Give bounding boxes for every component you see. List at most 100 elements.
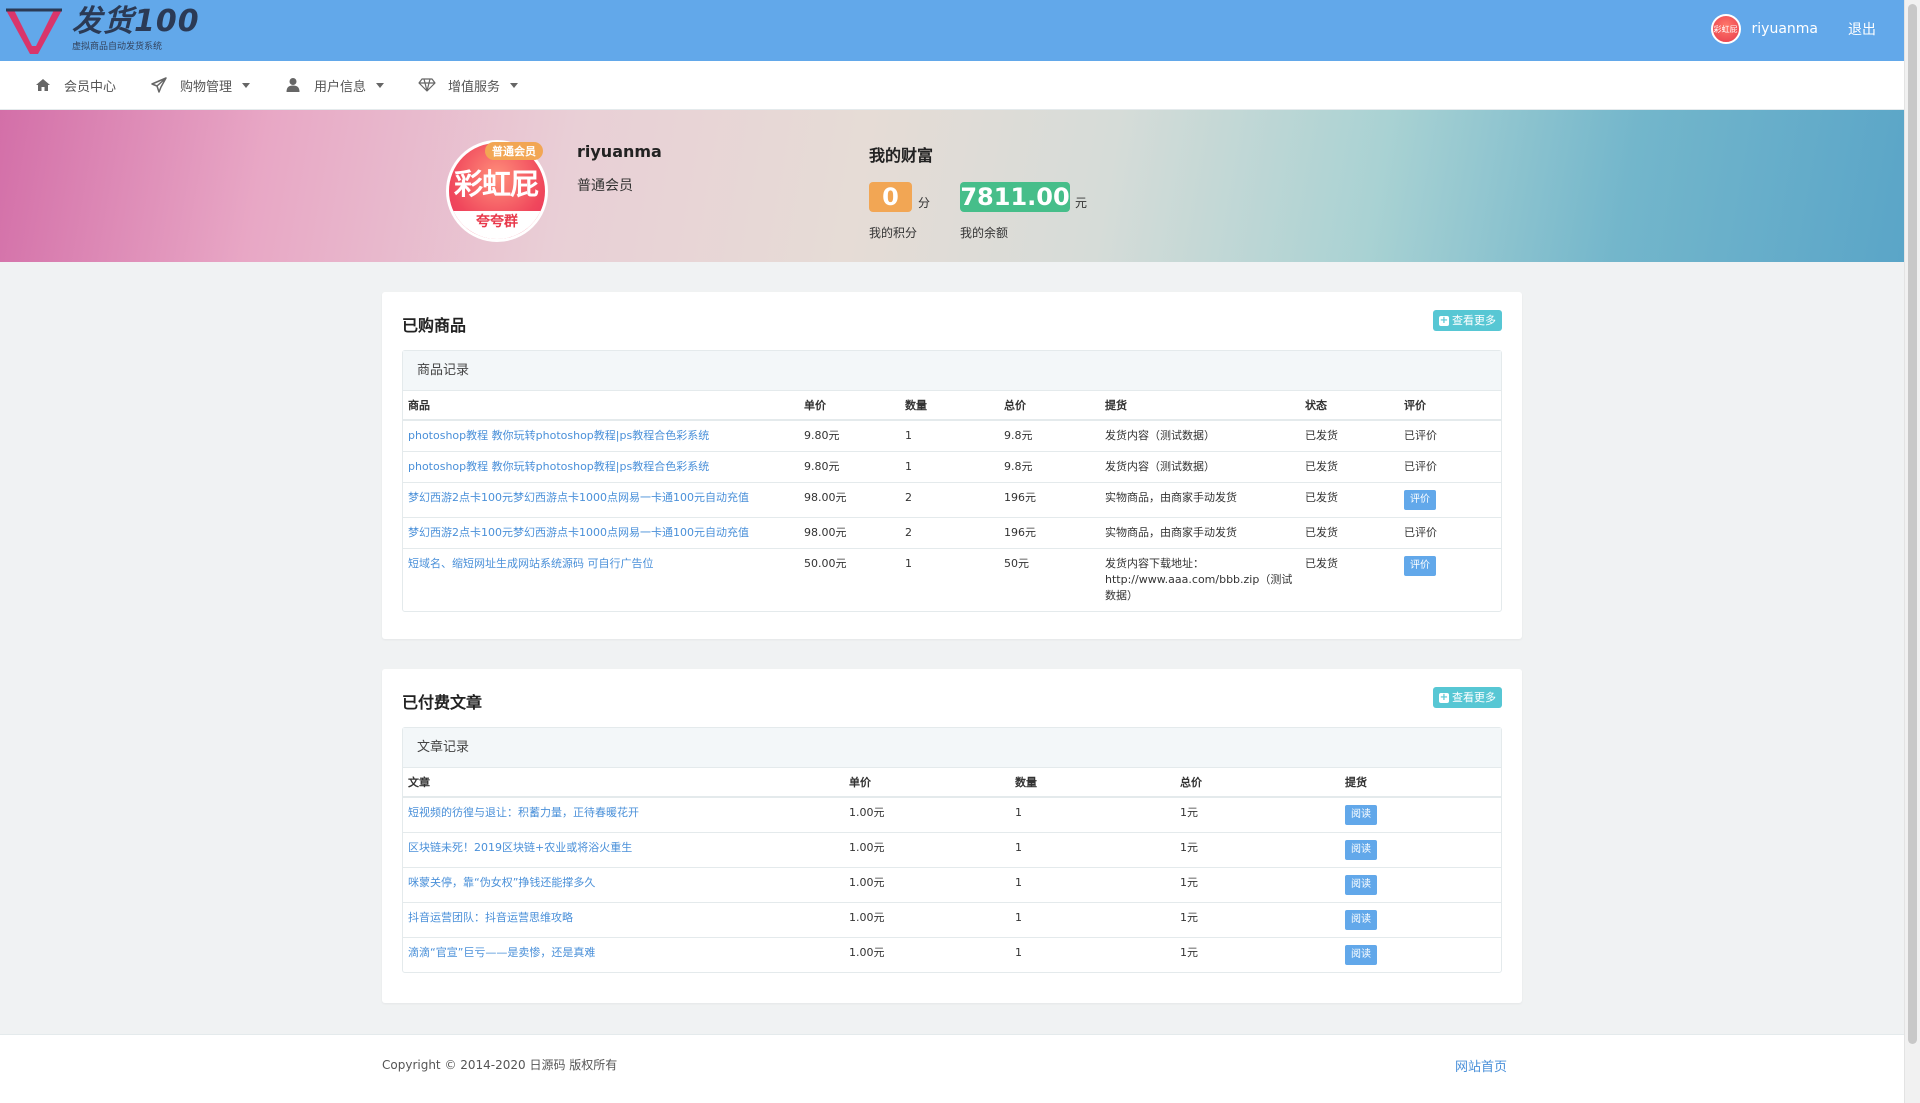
col-header: 单价 xyxy=(844,768,1010,798)
total-price: 50元 xyxy=(1004,557,1029,570)
unit-price: 9.80元 xyxy=(799,420,900,452)
order-status: 已发货 xyxy=(1300,451,1399,483)
nav-value-added[interactable]: 增值服务 xyxy=(418,76,519,95)
article-link[interactable]: 滴滴“官宣”巨亏——是卖惨，还是真难 xyxy=(408,946,595,959)
review-status: 已评价 xyxy=(1399,451,1501,483)
article-link[interactable]: 区块链未死！2019区块链+农业或将浴火重生 xyxy=(408,841,632,854)
article-link[interactable]: 抖音运营团队：抖音运营思维攻略 xyxy=(408,911,573,924)
nav-member-center-label: 会员中心 xyxy=(64,79,117,95)
review-status: 已评价 xyxy=(1399,420,1501,452)
member-badge: 普通会员 xyxy=(485,142,543,160)
top-avatar[interactable]: 彩虹屁 xyxy=(1710,14,1741,44)
balance-unit: 元 xyxy=(1075,196,1088,210)
col-header: 评价 xyxy=(1399,391,1501,421)
home-link[interactable]: 网站首页 xyxy=(1455,1056,1507,1075)
product-link[interactable]: 短域名、缩短网址生成网站系统源码 可自行广告位 xyxy=(408,557,654,570)
plus-icon: + xyxy=(1439,314,1449,326)
quantity: 1 xyxy=(905,557,912,570)
paper-plane-icon xyxy=(150,76,168,94)
articles-more-button[interactable]: + 查看更多 xyxy=(1433,687,1502,708)
top-avatar-text: 彩虹屁 xyxy=(1713,25,1738,34)
articles-title: 已付费文章 xyxy=(402,693,483,712)
product-link[interactable]: photoshop教程 教你玩转photoshop教程|ps教程合色彩系统 xyxy=(408,460,709,473)
read-button[interactable]: 阅读 xyxy=(1345,945,1377,965)
nav-shopping[interactable]: 购物管理 xyxy=(150,76,251,95)
nav-user-info[interactable]: 用户信息 xyxy=(284,76,385,95)
profile-username: riyuanma xyxy=(577,142,662,161)
product-link[interactable]: 梦幻西游2点卡100元梦幻西游点卡1000点网易一卡通100元自动充值 xyxy=(408,526,749,539)
top-user-area: 彩虹屁 riyuanma 退出 xyxy=(1710,14,1876,44)
top-username[interactable]: riyuanma xyxy=(1752,21,1818,37)
table-row: 区块链未死！2019区块链+农业或将浴火重生 1.00元 1 1元 阅读 xyxy=(403,832,1501,868)
brand-title: 发货100 xyxy=(72,4,200,39)
total-price: 9.8元 xyxy=(999,420,1100,452)
scrollbar-thumb[interactable] xyxy=(1908,4,1917,1044)
article-link[interactable]: 短视频的彷徨与退让：积蓄力量，正待春暖花开 xyxy=(408,806,639,819)
col-header: 提货 xyxy=(1340,768,1501,798)
order-status: 已发货 xyxy=(1300,420,1399,452)
review-button[interactable]: 评价 xyxy=(1404,556,1436,576)
review-button[interactable]: 评价 xyxy=(1404,490,1436,510)
logout-link[interactable]: 退出 xyxy=(1848,19,1876,39)
col-header: 数量 xyxy=(900,391,999,421)
product-link[interactable]: 梦幻西游2点卡100元梦幻西游点卡1000点网易一卡通100元自动充值 xyxy=(408,491,749,504)
home-icon xyxy=(34,76,52,94)
table-row: 抖音运营团队：抖音运营思维攻略 1.00元 1 1元 阅读 xyxy=(403,902,1501,938)
logo[interactable]: 发货100 虚拟商品自动发货系统 xyxy=(4,4,200,56)
unit-price: 50.00元 xyxy=(804,557,847,570)
table-row: 短域名、缩短网址生成网站系统源码 可自行广告位 50.00元 1 50元 发货内… xyxy=(403,549,1501,612)
purchases-subtitle: 商品记录 xyxy=(403,351,1501,391)
unit-price: 1.00元 xyxy=(849,946,885,959)
avatar-sub-text: 夸夸群 xyxy=(449,211,545,239)
total-price: 1元 xyxy=(1175,797,1340,833)
total-price: 1元 xyxy=(1175,902,1340,938)
copyright-text: Copyright © 2014-2020 日源码 版权所有 xyxy=(382,1058,618,1072)
points-label: 我的积分 xyxy=(869,226,918,240)
profile-banner: 彩虹屁 夸夸群 普通会员 riyuanma 普通会员 我的财富 0 分 7811… xyxy=(0,110,1904,262)
unit-price: 9.80元 xyxy=(799,451,900,483)
wealth-title: 我的财富 xyxy=(869,146,934,165)
articles-table: 文章 单价 数量 总价 提货 短视频的彷徨与退让：积蓄力量，正待春暖花开 1.0… xyxy=(403,768,1501,972)
unit-price: 1.00元 xyxy=(844,867,1010,903)
col-header: 状态 xyxy=(1300,391,1399,421)
order-status: 已发货 xyxy=(1305,557,1338,570)
page: 发货100 虚拟商品自动发货系统 彩虹屁 riyuanma 退出 会员中心 购物… xyxy=(0,0,1904,1103)
quantity: 1 xyxy=(1010,832,1175,868)
plus-icon: + xyxy=(1439,691,1449,703)
footer: Copyright © 2014-2020 日源码 版权所有 网站首页 xyxy=(0,1034,1904,1103)
product-link[interactable]: photoshop教程 教你玩转photoshop教程|ps教程合色彩系统 xyxy=(408,429,709,442)
col-header: 文章 xyxy=(403,768,844,798)
delivery-content: 发货内容下载地址：http://www.aaa.com/bbb.zip（测试数据… xyxy=(1105,557,1293,602)
total-price: 1元 xyxy=(1175,867,1340,903)
read-button[interactable]: 阅读 xyxy=(1345,910,1377,930)
nav-member-center[interactable]: 会员中心 xyxy=(34,76,116,95)
quantity: 2 xyxy=(900,482,999,518)
scrollbar[interactable] xyxy=(1904,0,1920,1103)
quantity: 1 xyxy=(1010,902,1175,938)
col-header: 商品 xyxy=(403,391,799,421)
table-row: photoshop教程 教你玩转photoshop教程|ps教程合色彩系统 9.… xyxy=(403,451,1501,483)
col-header: 总价 xyxy=(999,391,1100,421)
delivery-content: 实物商品，由商家手动发货 xyxy=(1100,482,1300,518)
total-price: 1元 xyxy=(1175,832,1340,868)
article-link[interactable]: 咪蒙关停，靠“伪女权”挣钱还能撑多久 xyxy=(408,876,595,889)
col-header: 总价 xyxy=(1175,768,1340,798)
user-icon xyxy=(284,76,302,94)
points-value: 0 xyxy=(869,182,912,212)
read-button[interactable]: 阅读 xyxy=(1345,840,1377,860)
nav-shopping-label: 购物管理 xyxy=(180,79,233,95)
read-button[interactable]: 阅读 xyxy=(1345,875,1377,895)
diamond-icon xyxy=(418,76,436,94)
purchases-records: 商品记录 商品 单价 数量 总价 提货 状态 评价 photoshop教程 教你… xyxy=(402,350,1502,612)
table-row: 梦幻西游2点卡100元梦幻西游点卡1000点网易一卡通100元自动充值 98.0… xyxy=(403,517,1501,549)
nav-user-info-label: 用户信息 xyxy=(314,79,367,95)
quantity: 1 xyxy=(900,420,999,452)
table-header-row: 文章 单价 数量 总价 提货 xyxy=(403,768,1501,798)
purchases-more-label: 查看更多 xyxy=(1452,314,1496,327)
order-status: 已发货 xyxy=(1300,517,1399,549)
purchases-more-button[interactable]: + 查看更多 xyxy=(1433,310,1502,331)
points-unit: 分 xyxy=(918,196,931,210)
read-button[interactable]: 阅读 xyxy=(1345,805,1377,825)
quantity: 1 xyxy=(1010,867,1175,903)
table-row: 咪蒙关停，靠“伪女权”挣钱还能撑多久 1.00元 1 1元 阅读 xyxy=(403,867,1501,903)
